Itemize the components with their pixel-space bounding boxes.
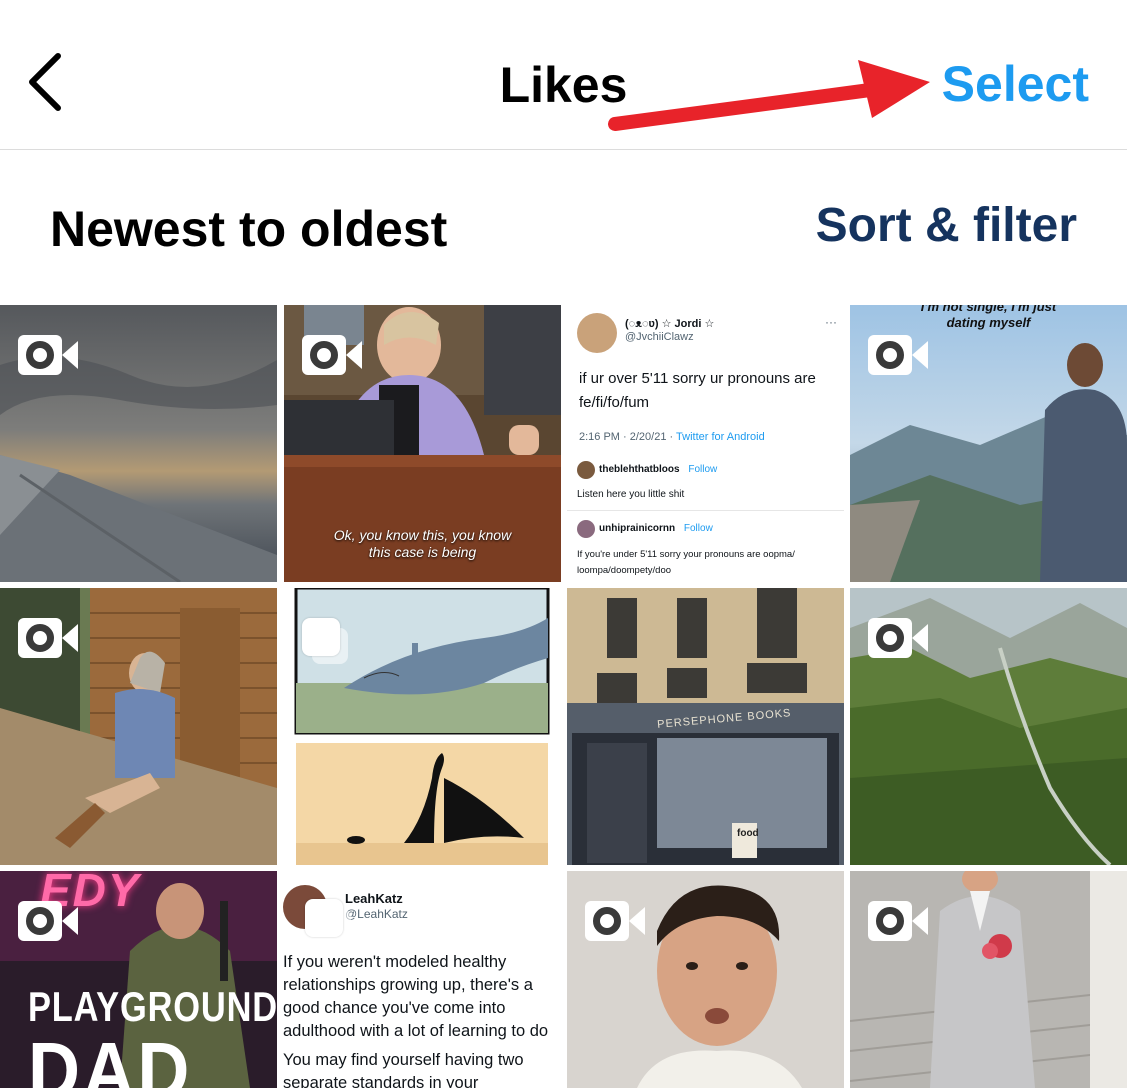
video-badge [18,618,78,658]
caption-line: Ok, you know this, you know [333,527,512,543]
tweet-screenshot: (◌ᴥ◌ʋ) ☆ Jordi ☆ @JvchiiClawz ··· if ur … [567,305,844,582]
tweet-text-line: If you weren't modeled healthy [283,953,507,971]
media-tile[interactable]: (◌ᴥ◌ʋ) ☆ Jordi ☆ @JvchiiClawz ··· if ur … [567,305,844,582]
tweet-display-name: LeahKatz [345,891,403,906]
caption-line: this case is being [368,544,477,560]
tweet-text-line: adulthood with a lot of learning to do [283,1022,549,1040]
video-badge [868,335,928,375]
tweet-text-line: if ur over 5'11 sorry ur pronouns are [579,370,816,387]
video-badge [585,901,645,941]
media-tile[interactable]: LeahKatz @LeahKatz If you weren't modele… [279,871,561,1088]
gallery-badge [305,899,353,945]
likes-media-grid: Ok, you know this, you know this case is… [0,305,1127,1088]
media-tile[interactable] [850,588,1127,865]
media-tile[interactable] [284,588,561,865]
video-caption: Ok, you know this, you know this case is… [284,527,561,561]
media-tile[interactable]: EDY PLAYGROUND DAD [0,871,277,1088]
multiple-images-icon [305,899,353,945]
overlay-line: dating myself [946,315,1031,330]
tweet-source: Twitter for Android [676,431,765,443]
tweet-text-line: You may find yourself having two [283,1051,524,1069]
video-badge [868,618,928,658]
tweet-text: If you weren't modeled healthy relations… [283,951,561,1088]
video-overlay-text: I'm not single, I'm just dating myself [850,305,1127,331]
reply-header: theblehthatbloos Follow [599,464,717,475]
media-tile[interactable] [567,871,844,1088]
media-tile[interactable]: Ok, you know this, you know this case is… [284,305,561,582]
chalkboard-text: food [737,828,759,839]
tweet-handle: @LeahKatz [345,907,408,921]
follow-link: Follow [688,464,718,475]
video-badge [868,901,928,941]
media-tile[interactable] [0,588,277,865]
sort-filter-button[interactable]: Sort & filter [816,198,1077,253]
special-title-large: DAD [28,1026,193,1088]
video-icon [868,335,928,375]
video-icon [18,335,78,375]
reply-username: unhiprainicornn [599,523,676,534]
select-button[interactable]: Select [942,55,1089,113]
sort-order-label: Newest to oldest [50,201,448,257]
video-icon [868,901,928,941]
tweet-text-line: separate standards in your [283,1074,479,1088]
video-icon [302,335,362,375]
video-icon [18,901,78,941]
video-icon [18,618,78,658]
video-icon [868,618,928,658]
overlay-line: I'm not single, I'm just [920,305,1057,314]
media-tile[interactable] [0,305,277,582]
video-badge [18,335,78,375]
avatar [577,313,617,353]
reply-username: theblehthatbloos [599,464,680,475]
tweet-display-name: (◌ᴥ◌ʋ) ☆ Jordi ☆ [625,318,715,330]
reply-text: If you're under 5'11 sorry your pronouns… [577,547,795,579]
avatar [577,461,595,479]
sort-bar: Newest to oldest Sort & filter [0,150,1127,305]
reply-header: unhiprainicornn Follow [599,523,713,534]
gallery-badge [302,618,350,664]
follow-link: Follow [683,523,713,534]
tweet-meta: 2:16 PM · 2/20/21 · Twitter for Android [579,431,765,443]
tweet-text: if ur over 5'11 sorry ur pronouns are fe… [579,367,839,415]
reply-text: Listen here you little shit [577,489,685,500]
media-tile[interactable]: PERSEPHONE BOOKS food [567,588,844,865]
multiple-images-icon [302,618,350,664]
video-badge [302,335,362,375]
top-nav-bar: Likes Select [0,0,1127,150]
reply-text-line: If you're under 5'11 sorry your pronouns… [577,549,795,560]
media-tile[interactable]: I'm not single, I'm just dating myself [850,305,1127,582]
divider [567,510,844,511]
tweet-text-line: relationships growing up, there's a [283,976,533,994]
video-icon [585,901,645,941]
reply-text-line: loompa/doompety/doo [577,565,672,576]
tweet-text-line: fe/fi/fo/fum [579,394,650,411]
avatar [577,520,595,538]
media-tile[interactable] [850,871,1127,1088]
more-icon: ··· [825,315,837,329]
tweet-text-line: good chance you've come into [283,999,506,1017]
tweet-handle: @JvchiiClawz [625,331,694,343]
video-badge [18,901,78,941]
special-title: PLAYGROUND [28,983,277,1030]
tweet-timestamp: 2:16 PM · 2/20/21 · [579,431,674,443]
